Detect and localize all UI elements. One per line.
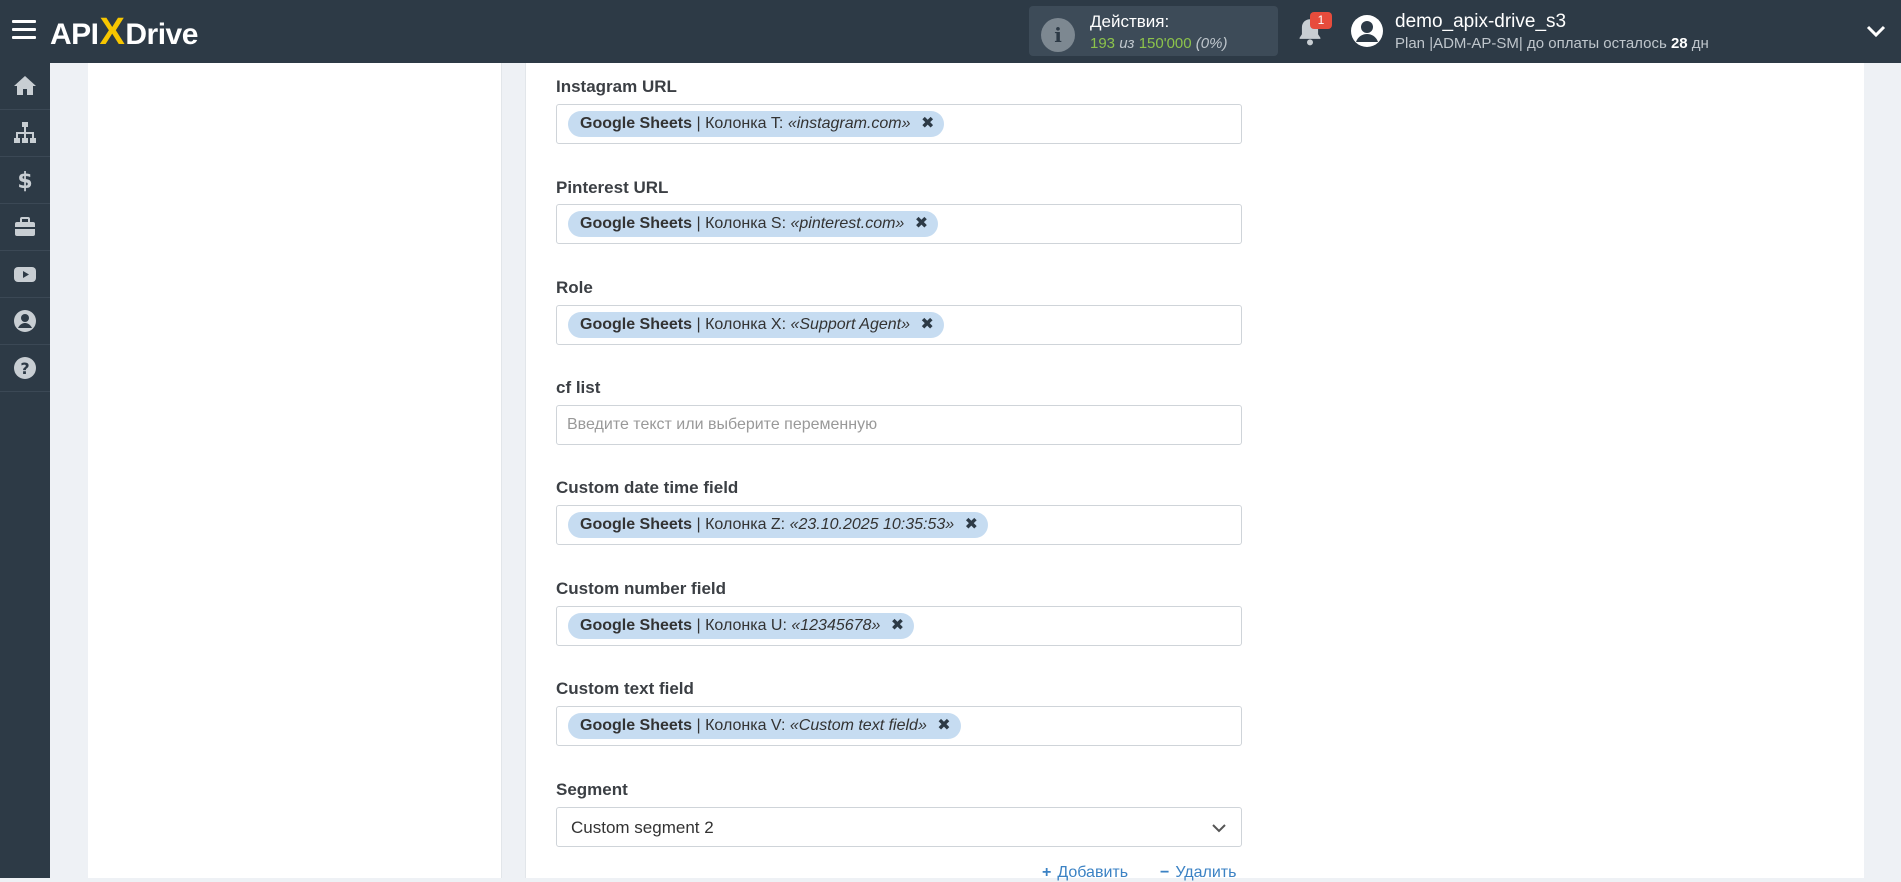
top-bar: APIXDrive i Действия: 193 из 150'000 (0%…: [0, 0, 1901, 63]
user-circle-icon: [14, 310, 36, 332]
remove-chip-icon[interactable]: ✖: [937, 713, 950, 739]
sidebar: $ ?: [0, 63, 50, 878]
remove-label: Удалить: [1175, 864, 1237, 881]
chip-example: «Support Agent»: [790, 316, 910, 333]
remove-button[interactable]: − Удалить: [1160, 864, 1236, 882]
sidebar-item-help[interactable]: ?: [0, 345, 50, 392]
plan-text: Plan |ADM-AP-SM| до оплаты осталось: [1395, 35, 1667, 52]
chevron-down-icon[interactable]: [1866, 24, 1886, 38]
minus-icon: −: [1160, 864, 1170, 881]
dollar-icon: $: [17, 169, 32, 193]
custom-date-time-field[interactable]: Google Sheets | Колонка Z: «23.10.2025 1…: [556, 505, 1242, 545]
info-icon: i: [1041, 18, 1075, 52]
chip-column: Колонка V:: [705, 717, 786, 734]
plan-days-unit: дн: [1691, 35, 1709, 52]
chip-example: «pinterest.com»: [790, 215, 905, 232]
variable-chip[interactable]: Google Sheets | Колонка T: «instagram.co…: [568, 111, 945, 137]
remove-chip-icon[interactable]: ✖: [965, 512, 978, 538]
instagram-url-field[interactable]: Google Sheets | Колонка T: «instagram.co…: [556, 104, 1242, 144]
field-label-custom-date-time: Custom date time field: [556, 478, 739, 497]
chip-column: Колонка T:: [705, 115, 784, 132]
svg-text:?: ?: [20, 359, 29, 378]
chip-source: Google Sheets: [580, 717, 693, 734]
actions-counter[interactable]: i Действия: 193 из 150'000 (0%): [1029, 6, 1278, 56]
chip-column: Колонка S:: [705, 215, 787, 232]
custom-number-field[interactable]: Google Sheets | Колонка U: «12345678» ✖: [556, 606, 1242, 646]
actions-limit: 150'000: [1138, 35, 1192, 52]
briefcase-icon: [15, 217, 35, 236]
role-field[interactable]: Google Sheets | Колонка X: «Support Agen…: [556, 305, 1242, 345]
chip-column: Колонка U:: [705, 617, 787, 634]
field-label-custom-number: Custom number field: [556, 579, 727, 598]
field-label-role: Role: [556, 278, 593, 297]
variable-chip[interactable]: Google Sheets | Колонка U: «12345678» ✖: [568, 613, 915, 639]
sidebar-item-home[interactable]: [0, 63, 50, 110]
logo-drive: Drive: [125, 18, 198, 51]
actions-label: Действия:: [1090, 12, 1170, 31]
form-card: [525, 63, 1864, 878]
chip-example: «Custom text field»: [789, 717, 927, 734]
add-label: Добавить: [1057, 864, 1129, 881]
plus-icon: +: [1042, 864, 1052, 881]
variable-chip[interactable]: Google Sheets | Колонка V: «Custom text …: [568, 713, 961, 739]
actions-of: из: [1119, 35, 1135, 52]
logo-x: X: [99, 11, 125, 53]
chip-example: «instagram.com»: [787, 115, 911, 132]
sidebar-item-profile[interactable]: [0, 298, 50, 345]
chip-example: «23.10.2025 10:35:53»: [789, 516, 955, 533]
chip-source: Google Sheets: [580, 316, 693, 333]
chip-source: Google Sheets: [580, 617, 693, 634]
field-label-pinterest-url: Pinterest URL: [556, 178, 669, 197]
actions-percent: (0%): [1195, 35, 1228, 52]
chip-source: Google Sheets: [580, 215, 693, 232]
custom-text-field[interactable]: Google Sheets | Колонка V: «Custom text …: [556, 706, 1242, 746]
question-circle-icon: ?: [14, 357, 36, 379]
remove-chip-icon[interactable]: ✖: [921, 111, 934, 137]
actions-value: 193 из 150'000 (0%): [1090, 35, 1227, 52]
variable-chip[interactable]: Google Sheets | Колонка Z: «23.10.2025 1…: [568, 512, 989, 538]
chip-column: Колонка Z:: [705, 516, 786, 533]
user-name[interactable]: demo_apix-drive_s3: [1395, 11, 1566, 33]
home-icon: [14, 76, 36, 95]
logo-api: API: [50, 18, 99, 51]
chip-example: «12345678»: [791, 617, 881, 634]
notification-badge: 1: [1310, 12, 1332, 29]
remove-chip-icon[interactable]: ✖: [915, 211, 928, 237]
chevron-down-icon: [1212, 824, 1226, 833]
actions-used: 193: [1090, 35, 1116, 52]
menu-icon[interactable]: [12, 20, 36, 42]
variable-chip[interactable]: Google Sheets | Колонка S: «pinterest.co…: [568, 211, 939, 237]
chip-column: Колонка X:: [705, 316, 787, 333]
chip-source: Google Sheets: [580, 115, 693, 132]
logo[interactable]: APIXDrive: [50, 12, 198, 52]
svg-text:$: $: [17, 169, 32, 193]
user-plan: Plan |ADM-AP-SM| до оплаты осталось 28 д…: [1395, 35, 1709, 52]
field-label-cf-list: cf list: [556, 378, 601, 397]
remove-chip-icon[interactable]: ✖: [920, 312, 933, 338]
youtube-icon: [14, 267, 36, 282]
chip-source: Google Sheets: [580, 516, 693, 533]
sidebar-item-billing[interactable]: $: [0, 157, 50, 204]
remove-chip-icon[interactable]: ✖: [891, 613, 904, 639]
cf-list-field[interactable]: Введите текст или выберите переменную: [556, 405, 1242, 445]
pinterest-url-field[interactable]: Google Sheets | Колонка S: «pinterest.co…: [556, 204, 1242, 244]
plan-days: 28: [1670, 35, 1688, 52]
variable-chip[interactable]: Google Sheets | Колонка X: «Support Agen…: [568, 312, 944, 338]
left-column: [88, 63, 502, 878]
segment-select[interactable]: Custom segment 2: [556, 807, 1242, 847]
segment-selected-value: Custom segment 2: [571, 818, 714, 837]
field-label-custom-text: Custom text field: [556, 679, 694, 698]
field-placeholder: Введите текст или выберите переменную: [567, 416, 878, 433]
sidebar-item-video[interactable]: [0, 251, 50, 298]
field-label-segment: Segment: [556, 780, 628, 799]
sidebar-item-services[interactable]: [0, 204, 50, 251]
field-label-instagram-url: Instagram URL: [556, 77, 677, 96]
avatar[interactable]: [1350, 14, 1384, 48]
sidebar-item-connections[interactable]: [0, 110, 50, 157]
add-button[interactable]: + Добавить: [1042, 864, 1128, 882]
sitemap-icon: [14, 122, 36, 143]
